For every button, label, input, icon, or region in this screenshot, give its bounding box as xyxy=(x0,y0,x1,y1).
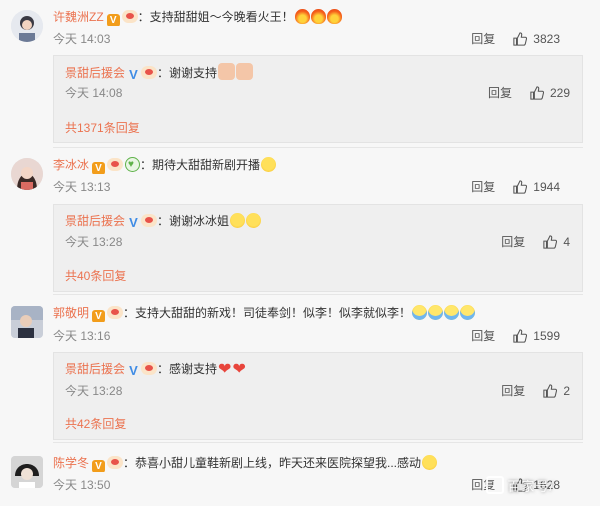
like-count: 229 xyxy=(549,86,570,100)
verified-v-icon: V xyxy=(106,14,120,26)
weibo-member-icon xyxy=(141,214,158,227)
sticker-emoji xyxy=(236,63,254,80)
timestamp: 今天 13:13 xyxy=(53,180,111,194)
reply-button[interactable]: 回复 xyxy=(471,180,495,194)
comment-meta: 今天 13:16 回复 1599 xyxy=(53,327,580,345)
reply-header: 景甜后援会 V ：谢谢支持 xyxy=(65,63,570,81)
timestamp: 今天 13:28 xyxy=(65,384,123,398)
fire-emoji xyxy=(310,9,326,24)
comment-header: 郭敬明 V ：支持大甜甜的新戏！司徒奉剑！似李！似李就似李！ xyxy=(53,304,580,322)
thumb-up-icon[interactable] xyxy=(530,86,544,100)
comment-header: 许魏洲ZZ V ：支持甜甜姐～今晚看火王！ xyxy=(53,8,580,26)
crying-emoji xyxy=(460,305,476,320)
comment-header: 李冰冰V ：期待大甜甜新剧开播 xyxy=(53,156,580,174)
reply-button[interactable]: 回复 xyxy=(501,235,525,249)
weibo-member-icon xyxy=(107,306,124,319)
thumb-up-icon[interactable] xyxy=(513,329,528,343)
reply-text: ：谢谢支持 xyxy=(157,66,218,80)
heart-emoji: ❤ xyxy=(218,361,232,378)
avatar[interactable] xyxy=(11,10,43,42)
verified-v-icon: V xyxy=(92,310,106,322)
verified-v-icon: V xyxy=(92,460,106,472)
kiss-emoji xyxy=(261,157,277,172)
reply-header: 景甜后援会 V ：感谢支持❤❤ xyxy=(65,360,570,378)
comment-text: ：期待大甜甜新剧开播 xyxy=(140,158,261,172)
timestamp: 今天 13:28 xyxy=(65,235,123,249)
like-count: 2 xyxy=(563,384,570,398)
fan-heart-icon xyxy=(125,156,141,174)
thumb-up-icon[interactable] xyxy=(513,32,528,46)
timestamp: 今天 13:50 xyxy=(53,478,111,492)
crying-emoji xyxy=(412,305,428,320)
divider xyxy=(53,294,583,295)
weibo-member-icon xyxy=(141,66,158,79)
like-count: 3823 xyxy=(533,32,560,46)
thumb-up-icon[interactable] xyxy=(543,384,558,398)
like-count: 4 xyxy=(563,235,570,249)
weibo-member-icon xyxy=(107,158,124,171)
fire-emoji xyxy=(326,9,342,24)
like-count: 1944 xyxy=(533,180,560,194)
thumb-up-icon[interactable] xyxy=(513,180,528,194)
divider xyxy=(53,442,583,443)
comment-meta: 今天 13:13 回复 1944 xyxy=(53,178,580,196)
comment-text: ：支持甜甜姐～今晚看火王！ xyxy=(137,10,294,24)
comment-text: ：恭喜小甜儿童鞋新剧上线，昨天还来医院探望我...感动 xyxy=(123,456,422,470)
username[interactable]: 郭敬明 xyxy=(53,306,89,320)
thumb-up-icon[interactable] xyxy=(543,235,558,249)
verified-v-icon: V xyxy=(129,67,138,82)
heart-emoji: ❤ xyxy=(232,361,246,378)
reply-meta: 今天 13:28 回复 4 xyxy=(65,233,570,251)
reply-button[interactable]: 回复 xyxy=(488,86,512,100)
verified-v-icon: V xyxy=(129,363,138,378)
comment-header: 陈学冬 V ：恭喜小甜儿童鞋新剧上线，昨天还来医院探望我...感动 xyxy=(53,454,580,472)
crying-emoji xyxy=(444,305,460,320)
reply-text: ：感谢支持 xyxy=(157,362,218,376)
timestamp: 今天 14:03 xyxy=(53,32,111,46)
timestamp: 今天 14:08 xyxy=(65,86,123,100)
more-replies-link[interactable]: 共1371条回复 xyxy=(65,121,140,135)
more-replies-link[interactable]: 共42条回复 xyxy=(65,417,126,431)
reply-header: 景甜后援会 V ：谢谢冰冰姐 xyxy=(65,212,570,230)
avatar[interactable] xyxy=(11,158,43,190)
watermark: 百家号/ xyxy=(486,476,554,495)
like-count: 1599 xyxy=(533,329,560,343)
reply-box: 景甜后援会 V ：谢谢冰冰姐 今天 13:28 回复 4 共40条回复 xyxy=(53,204,583,292)
avatar[interactable] xyxy=(11,456,43,488)
reply-text: ：谢谢冰冰姐 xyxy=(157,214,230,228)
more-replies-link[interactable]: 共40条回复 xyxy=(65,269,126,283)
username[interactable]: 李冰冰 xyxy=(53,158,89,172)
baijiahao-logo-icon xyxy=(486,476,505,494)
verified-v-icon: V xyxy=(129,215,138,230)
reply-button[interactable]: 回复 xyxy=(471,32,495,46)
reply-meta: 今天 13:28 回复 2 xyxy=(65,382,570,400)
divider xyxy=(53,147,583,148)
username[interactable]: 许魏洲ZZ xyxy=(53,10,104,24)
reply-button[interactable]: 回复 xyxy=(471,329,495,343)
moved-emoji xyxy=(422,455,438,470)
reply-username[interactable]: 景甜后援会 xyxy=(65,214,125,228)
comment-text: ：支持大甜甜的新戏！司徒奉剑！似李！似李就似李！ xyxy=(123,306,412,320)
weibo-member-icon xyxy=(107,456,124,469)
username[interactable]: 陈学冬 xyxy=(53,456,89,470)
crying-emoji xyxy=(428,305,444,320)
sticker-emoji xyxy=(218,63,236,80)
timestamp: 今天 13:16 xyxy=(53,329,111,343)
reply-box: 景甜后援会 V ：谢谢支持 今天 14:08 回复 229 共1371条回复 xyxy=(53,55,583,143)
reply-box: 景甜后援会 V ：感谢支持❤❤ 今天 13:28 回复 2 共42条回复 xyxy=(53,352,583,440)
reply-username[interactable]: 景甜后援会 xyxy=(65,362,125,376)
reply-meta: 今天 14:08 回复 229 xyxy=(65,84,570,102)
avatar[interactable] xyxy=(11,306,43,338)
weibo-member-icon xyxy=(121,10,138,23)
comment-meta: 今天 14:03 回复 3823 xyxy=(53,30,580,48)
verified-v-icon: V xyxy=(92,162,106,174)
reply-username[interactable]: 景甜后援会 xyxy=(65,66,125,80)
kiss-emoji xyxy=(230,213,246,228)
kiss-emoji xyxy=(246,213,262,228)
reply-button[interactable]: 回复 xyxy=(501,384,525,398)
fire-emoji xyxy=(294,9,310,24)
weibo-member-icon xyxy=(141,362,158,375)
